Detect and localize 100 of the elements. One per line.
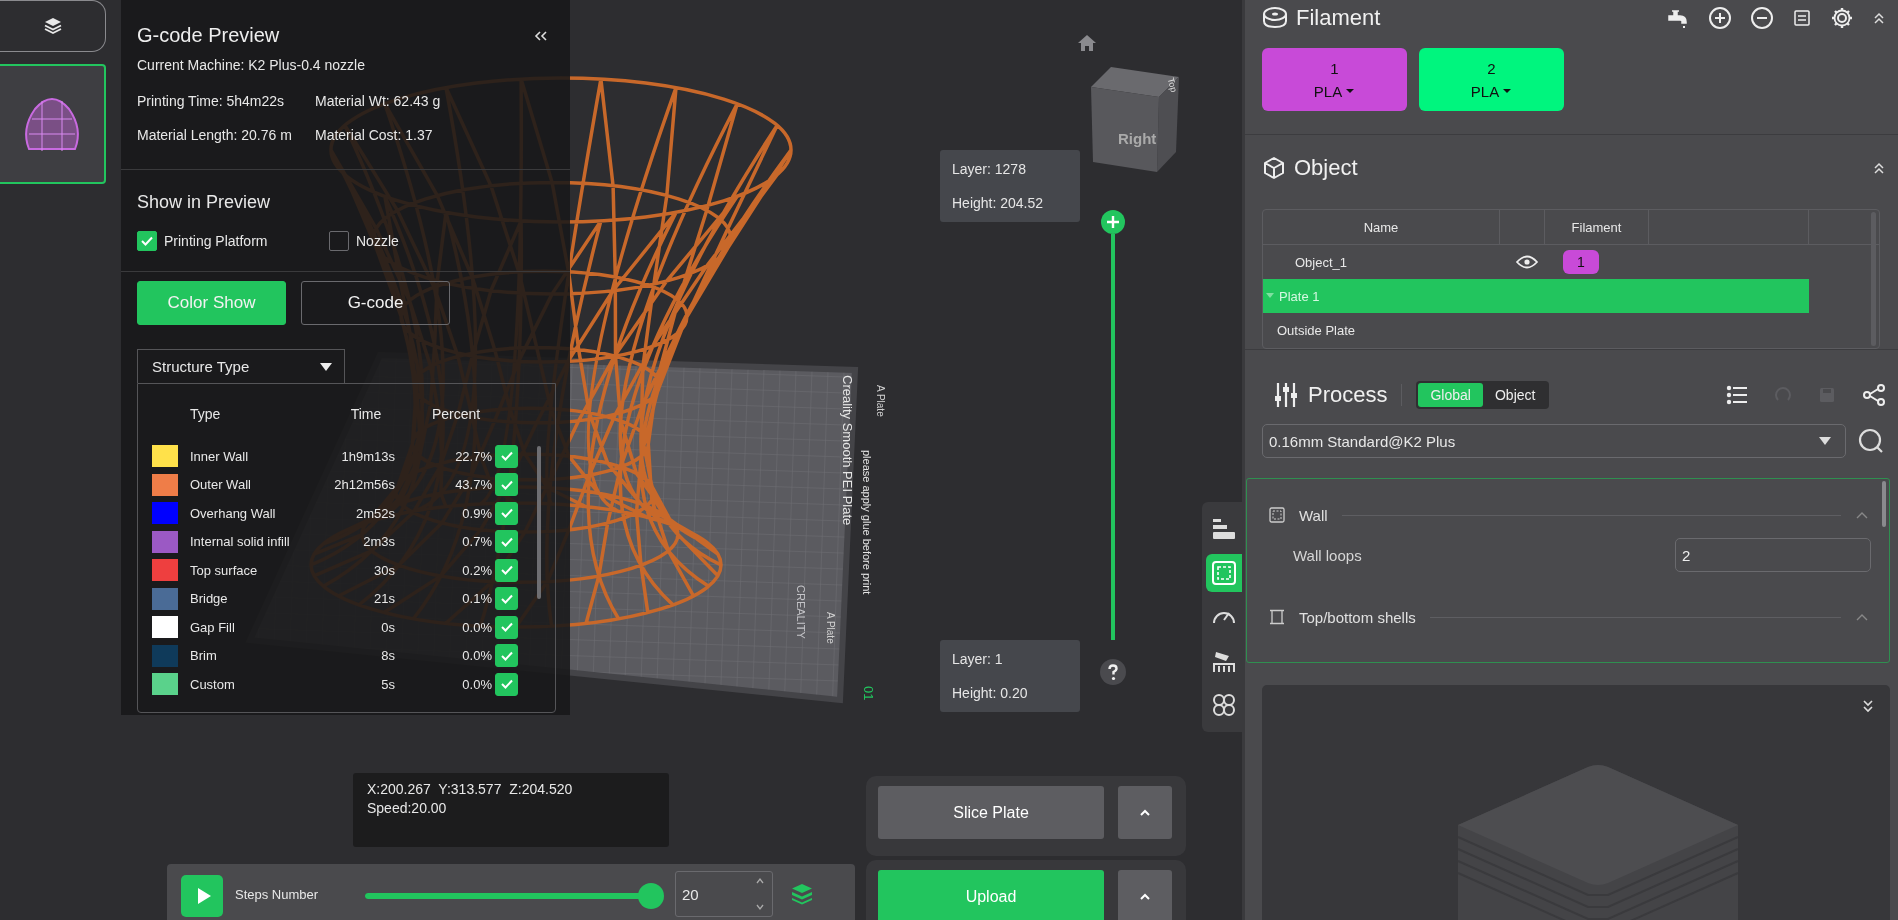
print-stat: Material Length: 20.76 m (137, 127, 293, 143)
section-title: Object (1294, 155, 1358, 181)
collapse-icon[interactable] (1872, 11, 1886, 25)
print-stat: Material Cost: 1.37 (315, 127, 434, 143)
visibility-checkbox[interactable] (495, 615, 518, 639)
plate-label: A Plate (825, 612, 836, 644)
legend-percent: 0.7% (461, 534, 492, 550)
search-icon[interactable] (1858, 428, 1884, 454)
eye-icon[interactable] (1516, 255, 1538, 269)
visibility-checkbox[interactable] (495, 530, 518, 554)
checkbox[interactable] (329, 231, 349, 251)
plate-label: Creality Smooth PEI Plate (840, 375, 855, 526)
section-title: Process (1308, 382, 1388, 408)
visibility-checkbox[interactable] (495, 501, 518, 525)
slider-thumb[interactable] (638, 883, 664, 909)
check-icon (140, 235, 154, 247)
dropdown-arrow-icon (320, 362, 332, 371)
object-name: Object_1 (1294, 254, 1349, 270)
share-icon[interactable] (1862, 384, 1886, 406)
setting-input-field[interactable]: 2 (1675, 538, 1871, 572)
layers-icon[interactable] (791, 883, 813, 905)
play-icon (196, 887, 212, 905)
coordinates-text: X:200.267 Y:313.577 Z:204.520 (367, 781, 574, 797)
filament-chip[interactable]: 2 PLA (1419, 48, 1564, 111)
dropdown-arrow-icon (1502, 88, 1513, 94)
visibility-checkbox[interactable] (495, 444, 518, 468)
layer-height: Height: 204.52 (952, 195, 1045, 211)
plate-label: CREALITY (795, 585, 807, 639)
scrollbar[interactable] (1882, 481, 1886, 527)
print-stat: Material Wt: 62.43 g (315, 93, 442, 109)
visibility-checkbox[interactable] (495, 644, 518, 668)
add-icon[interactable] (1708, 6, 1732, 30)
visibility-checkbox[interactable] (495, 558, 518, 582)
view-cube[interactable] (1091, 67, 1179, 172)
settings-group-title: Wall (1299, 506, 1328, 524)
filament-number: 2 (1487, 59, 1496, 77)
coordinates-text: Speed:20.00 (367, 800, 448, 816)
caret-icon (1139, 892, 1151, 901)
legend-time: 1h9m13s (340, 448, 395, 464)
legend-time: 30s (373, 562, 395, 578)
expand-icon[interactable] (1862, 699, 1874, 713)
filament-badge[interactable]: 1 (1563, 250, 1599, 274)
legend-percent: 0.2% (461, 562, 492, 578)
legend-type: Outer Wall (190, 477, 252, 493)
visibility-checkbox[interactable] (495, 672, 518, 696)
column-header: Filament (1545, 210, 1649, 244)
steps-input-field[interactable]: 20 (675, 871, 773, 917)
filament-material: PLA (1313, 82, 1356, 100)
legend-time: 21s (373, 591, 395, 607)
object-row[interactable]: Outside Plate (1263, 313, 1809, 347)
help-icon[interactable] (1100, 659, 1126, 685)
plate-name: Plate 1 (1279, 288, 1320, 304)
object-row[interactable]: Object_1 1 (1263, 245, 1809, 279)
home-icon[interactable] (1077, 34, 1097, 52)
wall-icon (1211, 560, 1237, 586)
layer-slider-track[interactable] (1111, 234, 1115, 640)
check-icon (499, 507, 514, 520)
check-icon (499, 535, 514, 548)
layer-number: Layer: 1278 (952, 161, 1027, 177)
cube-face-label: Right (1118, 130, 1157, 147)
play-button[interactable] (181, 875, 223, 917)
list-settings-icon[interactable] (1726, 385, 1748, 405)
filament-number: 1 (1330, 59, 1339, 77)
legend-percent: 43.7% (454, 477, 492, 493)
layers-icon (42, 16, 63, 36)
action-button[interactable]: Slice Plate (878, 786, 1104, 839)
legend-type: Internal solid infill (190, 534, 291, 550)
legend-percent: 0.0% (461, 619, 492, 635)
layers-button[interactable] (0, 0, 106, 52)
structure-dropdown[interactable]: Structure Type (137, 349, 345, 383)
preset-dropdown[interactable]: 0.16mm Standard@K2 Plus (1262, 424, 1846, 458)
check-icon (499, 649, 514, 662)
bars-icon (1211, 516, 1237, 542)
scrollbar[interactable] (537, 446, 541, 599)
setting-label: Wall loops (1293, 546, 1362, 564)
legend-type: Bridge (190, 591, 229, 607)
print-stat: Printing Time: 5h4m22s (137, 93, 286, 109)
document-icon[interactable] (1792, 8, 1812, 28)
visibility-checkbox[interactable] (495, 473, 518, 497)
legend-type: Overhang Wall (190, 505, 277, 521)
panel-title: G-code Preview (137, 24, 280, 47)
plate-thumbnail[interactable] (0, 64, 106, 184)
check-icon (499, 592, 514, 605)
legend-type: Brim (190, 648, 218, 664)
settings-icon[interactable] (1830, 6, 1854, 30)
legend-percent: 22.7% (454, 448, 492, 464)
collapse-icon[interactable] (1872, 161, 1886, 175)
layer-handle[interactable] (1101, 210, 1125, 234)
check-icon (499, 564, 514, 577)
steps-label: Steps Number (235, 887, 320, 902)
filament-material: PLA (1470, 82, 1513, 100)
view-mode-button[interactable]: G-code (301, 281, 450, 325)
mode-tab[interactable]: Object (1482, 383, 1548, 407)
dropdown-arrow-icon (1819, 437, 1831, 445)
filament-chip[interactable]: 1 PLA (1262, 48, 1407, 111)
checkbox[interactable] (137, 231, 157, 251)
visibility-checkbox[interactable] (495, 587, 518, 611)
legend-percent: 0.0% (461, 676, 492, 692)
remove-icon[interactable] (1750, 6, 1774, 30)
wall-icon (1269, 507, 1285, 523)
